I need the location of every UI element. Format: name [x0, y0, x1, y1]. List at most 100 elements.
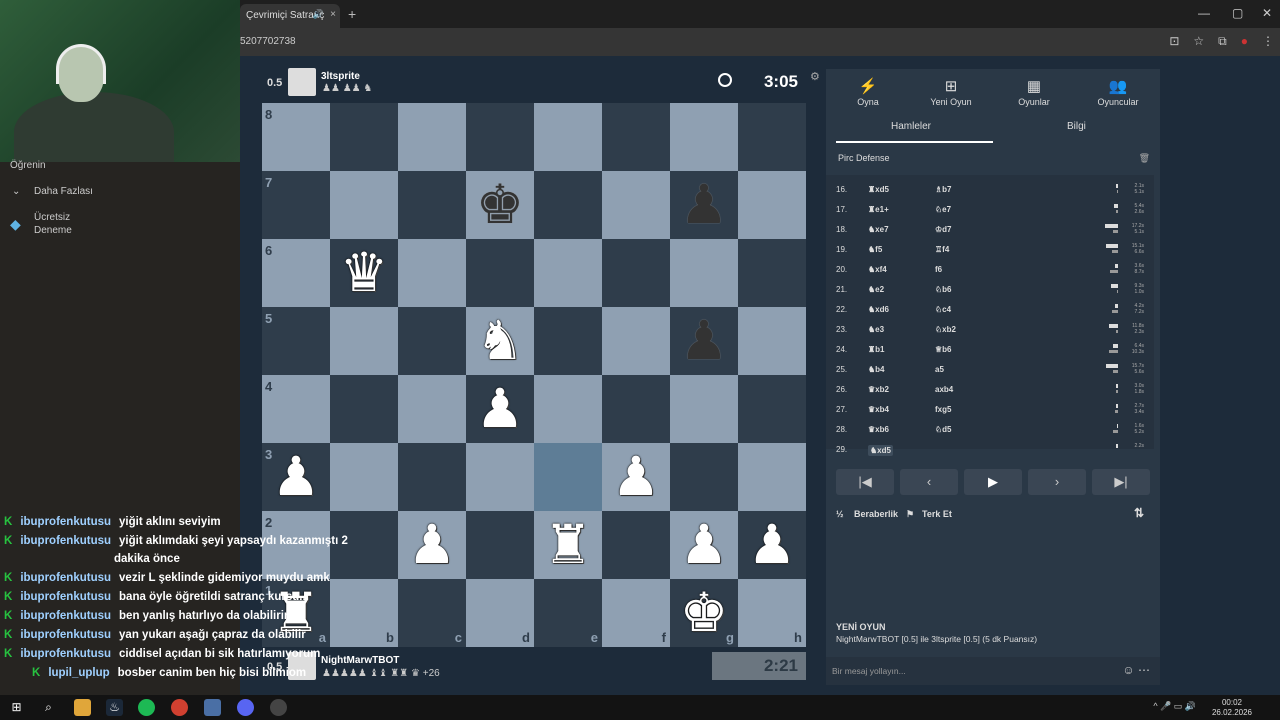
square-d1[interactable]: d	[466, 579, 534, 647]
move-row[interactable]: 19. ♞f5 ♖f4 15.1s 6.6s	[826, 239, 1154, 259]
square-c6[interactable]	[398, 239, 466, 307]
move-row[interactable]: 29. ♞xd5 2.2s	[826, 439, 1154, 459]
black-piece-g7[interactable]: ♟	[670, 171, 738, 239]
square-d6[interactable]	[466, 239, 534, 307]
square-e4[interactable]	[534, 375, 602, 443]
square-f3[interactable]: ♟	[602, 443, 670, 511]
tab-games[interactable]: ▦ Oyunlar	[994, 77, 1074, 107]
square-f7[interactable]	[602, 171, 670, 239]
square-b4[interactable]	[330, 375, 398, 443]
black-move[interactable]: fxg5	[935, 405, 951, 414]
square-g2[interactable]: ♟	[670, 511, 738, 579]
extensions-icon[interactable]: ⧉	[1218, 34, 1227, 49]
square-a7[interactable]: 7	[262, 171, 330, 239]
chrome-icon[interactable]	[171, 699, 188, 716]
spotify-icon[interactable]	[138, 699, 155, 716]
move-row[interactable]: 20. ♞xf4 f6 3.6s 8.7s	[826, 259, 1154, 279]
square-e2[interactable]: ♜	[534, 511, 602, 579]
flip-board-icon[interactable]: ⇅	[1134, 506, 1144, 520]
square-a4[interactable]: 4	[262, 375, 330, 443]
move-row[interactable]: 21. ♞e2 ♘b6 9.3s 1.0s	[826, 279, 1154, 299]
sidebar-item-learn[interactable]: Öğrenin	[10, 160, 46, 171]
white-move[interactable]: ♞e3	[868, 325, 884, 334]
black-move[interactable]: f6	[935, 265, 942, 274]
maximize-button[interactable]: ▢	[1232, 6, 1243, 20]
flag-icon[interactable]: ⚑	[906, 509, 914, 520]
black-piece-d7[interactable]: ♚	[466, 171, 534, 239]
trash-icon[interactable]: 🗑	[1139, 153, 1150, 164]
clock-widget[interactable]: 00:02 26.02.2026	[1212, 698, 1252, 718]
square-g5[interactable]: ♟	[670, 307, 738, 375]
new-tab-button[interactable]: +	[348, 6, 356, 22]
white-move[interactable]: ♛xb6	[868, 425, 889, 434]
black-move[interactable]: ♘d5	[935, 425, 952, 434]
black-move[interactable]: ♘e7	[935, 205, 951, 214]
draw-button[interactable]: Beraberlik	[854, 509, 898, 519]
menu-icon[interactable]: ⋮	[1262, 34, 1274, 49]
move-row[interactable]: 28. ♛xb6 ♘d5 1.6s 5.2s	[826, 419, 1154, 439]
square-b5[interactable]	[330, 307, 398, 375]
bookmark-star-icon[interactable]: ☆	[1193, 34, 1204, 49]
search-icon[interactable]: ⌕	[40, 699, 57, 716]
square-c4[interactable]	[398, 375, 466, 443]
play-button[interactable]: ▶	[964, 469, 1022, 495]
square-d8[interactable]	[466, 103, 534, 171]
white-piece-g1[interactable]: ♚	[670, 579, 738, 647]
tab-players[interactable]: 👥 Oyuncular	[1078, 77, 1158, 107]
white-move[interactable]: ♜xd5	[868, 185, 889, 194]
white-piece-g2[interactable]: ♟	[670, 511, 738, 579]
chevron-down-icon[interactable]: ⌄	[12, 186, 20, 197]
tab-new-game[interactable]: ⊞ Yeni Oyun	[911, 77, 991, 107]
tab-info[interactable]: Bilgi	[1067, 121, 1086, 132]
white-piece-d5[interactable]: ♞	[466, 307, 534, 375]
next-move-button[interactable]: ›	[1028, 469, 1086, 495]
square-c1[interactable]: c	[398, 579, 466, 647]
black-move[interactable]: ♘c4	[935, 305, 951, 314]
square-d2[interactable]	[466, 511, 534, 579]
trial-label-line1[interactable]: Ücretsiz	[34, 212, 70, 223]
black-move[interactable]: ♘xb2	[935, 325, 956, 334]
square-g7[interactable]: ♟	[670, 171, 738, 239]
white-move[interactable]: ♞f5	[868, 245, 882, 254]
move-row[interactable]: 17. ♜e1+ ♘e7 5.4s 2.6s	[826, 199, 1154, 219]
move-row[interactable]: 26. ♛xb2 axb4 3.0s 1.8s	[826, 379, 1154, 399]
square-g4[interactable]	[670, 375, 738, 443]
resign-button[interactable]: Terk Et	[922, 509, 952, 519]
square-d7[interactable]: ♚	[466, 171, 534, 239]
black-move[interactable]: ♕b6	[935, 345, 952, 354]
move-row[interactable]: 18. ♞xe7 ♔d7 17.2s 5.1s	[826, 219, 1154, 239]
white-move[interactable]: ♞xe7	[868, 225, 889, 234]
chess-board[interactable]: 8 7 ♚ ♟ 6 ♛ 5 ♞ ♟ 4 ♟ 3 ♟ ♟ 2 ♟ ♜ ♟ ♟ 1 a ♜ b c d e f g ♚ h	[262, 103, 806, 647]
square-g6[interactable]	[670, 239, 738, 307]
move-row[interactable]: 23. ♞e3 ♘xb2 11.8s 2.3s	[826, 319, 1154, 339]
bottom-player-name[interactable]: NightMarwTBOT	[321, 655, 399, 666]
square-b6[interactable]: ♛	[330, 239, 398, 307]
square-f8[interactable]	[602, 103, 670, 171]
speaker-icon[interactable]: 🔊	[313, 9, 324, 20]
discord-icon[interactable]	[237, 699, 254, 716]
square-g3[interactable]	[670, 443, 738, 511]
black-move[interactable]: ♗b7	[935, 185, 952, 194]
square-a5[interactable]: 5	[262, 307, 330, 375]
minimize-button[interactable]: —	[1198, 6, 1210, 20]
square-d3[interactable]	[466, 443, 534, 511]
gear-icon[interactable]: ⚙	[810, 70, 820, 83]
obs-icon[interactable]	[270, 699, 287, 716]
move-list[interactable]: 16. ♜xd5 ♗b7 2.1s 5.1s 17. ♜e1+ ♘e7 5.4s 2.6s 18. ♞…	[826, 175, 1154, 456]
sidebar-item-more[interactable]: Daha Fazlası	[34, 186, 93, 197]
browser-tab[interactable]: Çevrimiçi Satranç 🔊 ×	[240, 4, 340, 28]
white-move[interactable]: ♜e1+	[868, 205, 889, 214]
system-tray[interactable]: ^ 🎤 ▭ 🔊	[1153, 701, 1196, 712]
white-move[interactable]: ♛xb2	[868, 385, 889, 394]
message-input[interactable]: Bir mesaj yollayın... ☺ ⋯	[826, 657, 1160, 685]
square-h8[interactable]	[738, 103, 806, 171]
white-piece-e2[interactable]: ♜	[534, 511, 602, 579]
white-piece-h2[interactable]: ♟	[738, 511, 806, 579]
square-h7[interactable]	[738, 171, 806, 239]
steam-icon[interactable]: ♨	[106, 699, 123, 716]
white-move[interactable]: ♜b1	[868, 345, 885, 354]
last-move-button[interactable]: ▶|	[1092, 469, 1150, 495]
white-piece-d4[interactable]: ♟	[466, 375, 534, 443]
square-f4[interactable]	[602, 375, 670, 443]
emoji-icon[interactable]: ☺	[1122, 663, 1134, 677]
